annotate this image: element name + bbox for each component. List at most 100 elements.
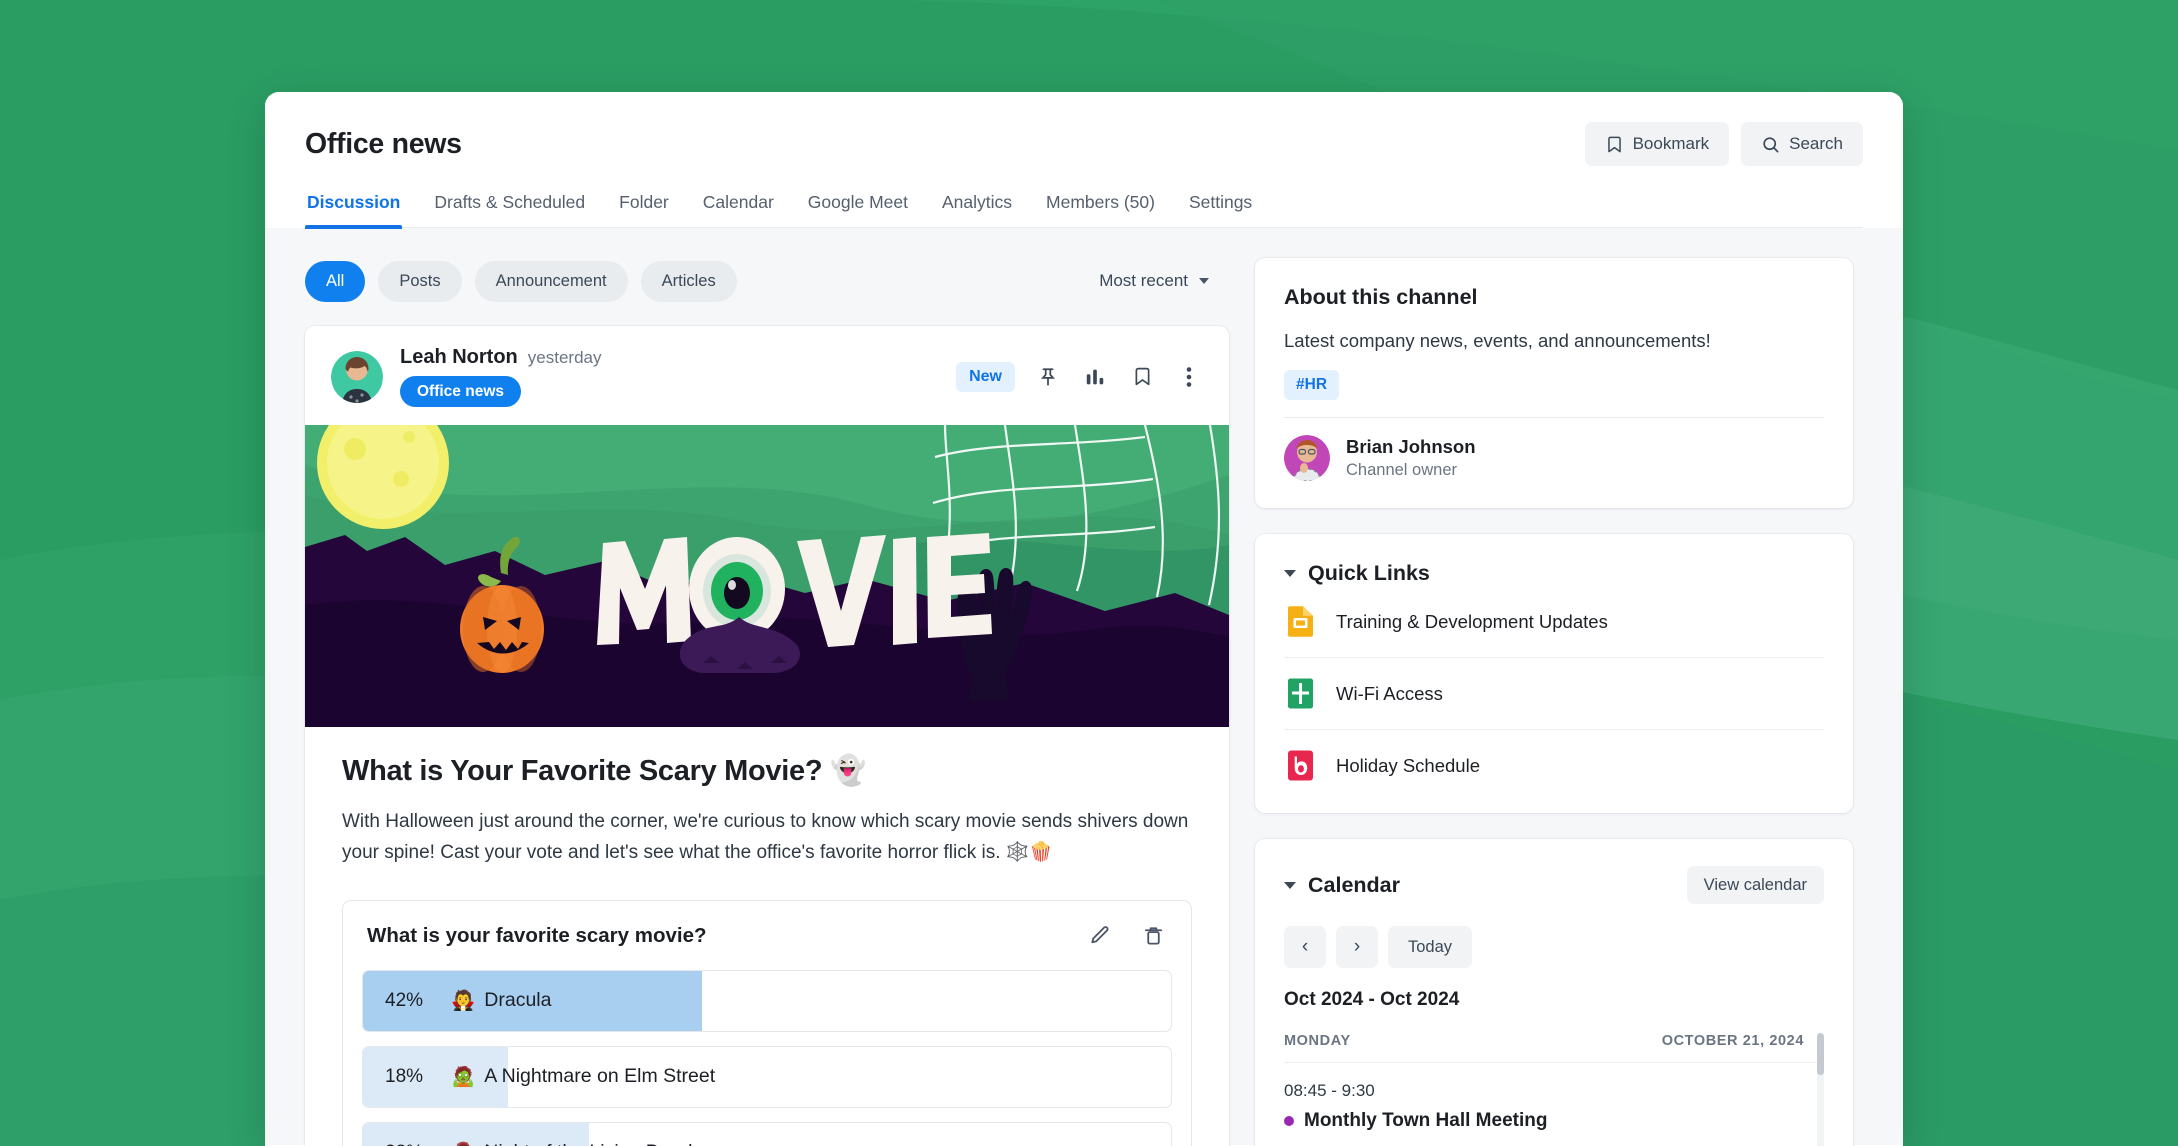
- post-author-meta: Leah Norton yesterday Office news: [400, 346, 601, 407]
- calendar-collapse-toggle[interactable]: Calendar: [1284, 873, 1400, 898]
- zombie-emoji-icon: 🧟: [451, 1065, 476, 1088]
- quick-link-label: Wi-Fi Access: [1336, 682, 1443, 704]
- poll-tools: [1085, 922, 1167, 950]
- search-button-label: Search: [1789, 134, 1843, 153]
- poll-option-text: Dracula: [484, 989, 552, 1012]
- view-calendar-button[interactable]: View calendar: [1686, 866, 1824, 904]
- filter-chip-posts[interactable]: Posts: [378, 260, 462, 302]
- divider: [1284, 417, 1824, 418]
- filter-row: All Posts Announcement Articles Most rec…: [305, 258, 1229, 304]
- calendar-prev-button[interactable]: ‹: [1284, 926, 1326, 968]
- tab-bar: Discussion Drafts & Scheduled Folder Cal…: [305, 192, 1863, 229]
- sort-dropdown[interactable]: Most recent: [1099, 271, 1229, 291]
- tab-folder[interactable]: Folder: [617, 192, 671, 227]
- quick-link-holiday-schedule[interactable]: Holiday Schedule: [1284, 730, 1824, 786]
- calendar-date: OCTOBER 21, 2024: [1661, 1033, 1804, 1049]
- post-author-block: Leah Norton yesterday Office news: [331, 346, 601, 407]
- bookmark-icon[interactable]: [1128, 363, 1156, 391]
- calendar-title: Calendar: [1308, 872, 1401, 897]
- poll-option-night-living-dead[interactable]: 28% 🧟‍♂️ Night of the Living Dead: [362, 1121, 1172, 1146]
- pin-icon[interactable]: [1034, 363, 1062, 391]
- quick-links-header[interactable]: Quick Links: [1284, 561, 1824, 586]
- status-badge: New: [956, 361, 1015, 392]
- tab-google-meet[interactable]: Google Meet: [806, 192, 910, 227]
- vampire-emoji-icon: 🧛: [451, 989, 476, 1012]
- calendar-today-button[interactable]: Today: [1388, 926, 1473, 968]
- post-card: Leah Norton yesterday Office news New Wh…: [305, 326, 1229, 1146]
- quick-link-label: Holiday Schedule: [1336, 754, 1480, 776]
- calendar-event[interactable]: 08:45 - 9:30 Monthly Town Hall Meeting: [1284, 1063, 1824, 1142]
- post-actions: New: [956, 361, 1203, 392]
- chevron-down-icon: [1199, 278, 1209, 284]
- main-column: All Posts Announcement Articles Most rec…: [305, 258, 1229, 1146]
- tab-calendar[interactable]: Calendar: [701, 192, 776, 227]
- event-color-dot: [1284, 1116, 1294, 1126]
- about-channel-description: Latest company news, events, and announc…: [1284, 330, 1711, 351]
- channel-owner-name: Brian Johnson: [1346, 436, 1476, 457]
- avatar[interactable]: [331, 350, 383, 403]
- pencil-icon[interactable]: [1085, 922, 1113, 950]
- sort-dropdown-label: Most recent: [1099, 271, 1188, 290]
- filter-chips: All Posts Announcement Articles: [305, 260, 737, 302]
- post-channel-badge[interactable]: Office news: [400, 376, 521, 407]
- app-window: Office news Bookmark Search Discussion D…: [265, 92, 1903, 1146]
- tab-analytics[interactable]: Analytics: [940, 192, 1014, 227]
- about-channel-card: About this channel Latest company news, …: [1255, 258, 1853, 508]
- channel-owner-meta: Brian Johnson Channel owner: [1346, 436, 1476, 480]
- tab-drafts-scheduled[interactable]: Drafts & Scheduled: [432, 192, 587, 227]
- calendar-header: Calendar View calendar: [1284, 866, 1824, 904]
- calendar-scrollbar[interactable]: [1817, 1033, 1824, 1146]
- poll-option-nightmare-elm-street[interactable]: 18% 🧟 A Nightmare on Elm Street: [362, 1045, 1172, 1108]
- poll-option-text: Night of the Living Dead: [484, 1141, 692, 1146]
- calendar-scrollbar-thumb[interactable]: [1817, 1033, 1824, 1075]
- bookmark-button[interactable]: Bookmark: [1584, 122, 1730, 166]
- quick-link-wifi-access[interactable]: Wi-Fi Access: [1284, 658, 1824, 730]
- app-body: All Posts Announcement Articles Most rec…: [265, 228, 1903, 1146]
- tab-settings[interactable]: Settings: [1187, 192, 1254, 227]
- poll: What is your favorite scary movie? 42% 🧛…: [342, 899, 1192, 1146]
- bitly-icon: [1284, 749, 1317, 782]
- trash-icon[interactable]: [1139, 922, 1167, 950]
- post-author-name: Leah Norton: [400, 346, 518, 368]
- poll-option-text: A Nightmare on Elm Street: [484, 1065, 716, 1088]
- channel-owner-row[interactable]: Brian Johnson Channel owner: [1284, 435, 1824, 481]
- page-title: Office news: [305, 127, 462, 160]
- app-header: Office news Bookmark Search Discussion D…: [265, 92, 1903, 229]
- hashtag-badge[interactable]: #HR: [1284, 370, 1340, 400]
- more-options-icon[interactable]: [1175, 363, 1203, 391]
- about-channel-title: About this channel: [1284, 285, 1478, 309]
- poll-header: What is your favorite scary movie?: [362, 922, 1172, 950]
- poll-question: What is your favorite scary movie?: [367, 923, 707, 947]
- post-banner-image: [305, 425, 1229, 727]
- poll-option-dracula[interactable]: 42% 🧛 Dracula: [362, 969, 1172, 1032]
- header-actions: Bookmark Search: [1584, 122, 1863, 166]
- quick-link-training-development[interactable]: Training & Development Updates: [1284, 586, 1824, 658]
- search-icon: [1761, 135, 1780, 154]
- post-title: What is Your Favorite Scary Movie? 👻: [342, 755, 866, 787]
- filter-chip-announcement[interactable]: Announcement: [474, 260, 628, 302]
- chevron-down-icon: [1284, 570, 1296, 577]
- poll-stats-icon[interactable]: [1081, 363, 1109, 391]
- filter-chip-articles[interactable]: Articles: [640, 260, 737, 302]
- post-timestamp: yesterday: [527, 348, 602, 367]
- calendar-range-label: Oct 2024 - Oct 2024: [1284, 989, 1460, 1010]
- chevron-down-icon: [1284, 881, 1296, 889]
- tab-members[interactable]: Members (50): [1044, 192, 1157, 227]
- post-body-text: With Halloween just around the corner, w…: [342, 811, 1189, 864]
- calendar-event-list: MONDAY OCTOBER 21, 2024 08:45 - 9:30 Mon…: [1284, 1033, 1824, 1146]
- calendar-day-monday: MONDAY OCTOBER 21, 2024 08:45 - 9:30 Mon…: [1284, 1033, 1824, 1142]
- poll-option-label: 🧟 A Nightmare on Elm Street: [451, 1065, 715, 1089]
- calendar-nav: ‹ › Today: [1284, 926, 1824, 968]
- tab-discussion[interactable]: Discussion: [305, 192, 403, 229]
- calendar-weekday: MONDAY: [1284, 1033, 1351, 1049]
- calendar-next-button[interactable]: ›: [1336, 926, 1378, 968]
- search-button[interactable]: Search: [1741, 122, 1863, 166]
- quick-links-card: Quick Links Training & Development Updat…: [1255, 534, 1853, 813]
- poll-option-percent: 28%: [385, 1142, 429, 1146]
- bookmark-button-label: Bookmark: [1632, 134, 1710, 153]
- post-content: What is Your Favorite Scary Movie? 👻 Wit…: [305, 727, 1229, 1146]
- google-slides-icon: [1284, 605, 1317, 638]
- google-sheets-icon: [1284, 677, 1317, 710]
- channel-owner-role: Channel owner: [1346, 461, 1457, 479]
- filter-chip-all[interactable]: All: [305, 260, 366, 302]
